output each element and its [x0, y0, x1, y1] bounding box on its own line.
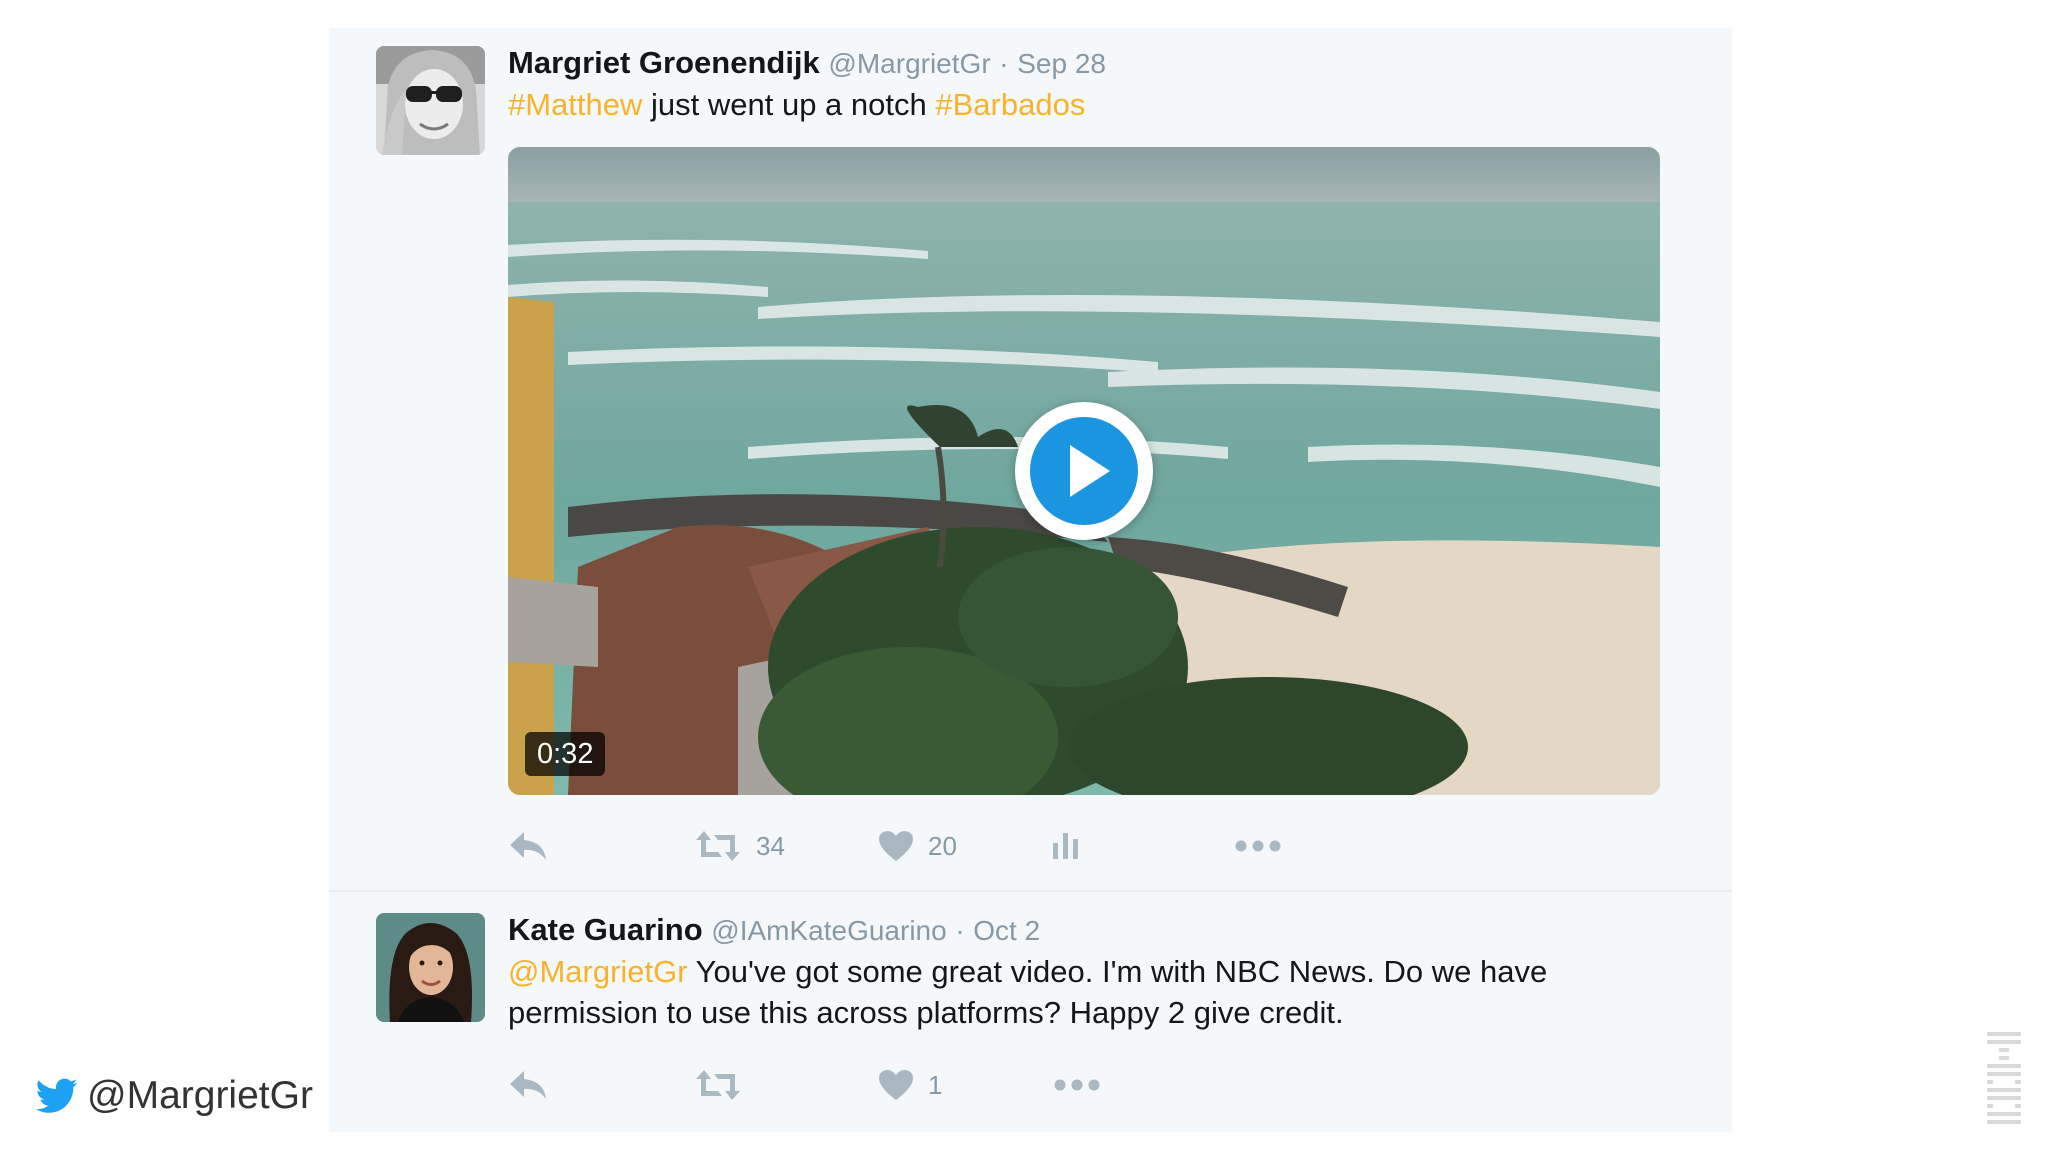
retweet-button[interactable]: 34	[694, 824, 785, 868]
tweet-kate[interactable]: Kate Guarino @IAmKateGuarino · Oct 2 @Ma…	[329, 891, 1732, 1132]
retweet-icon	[696, 831, 740, 861]
like-button[interactable]: 20	[878, 824, 957, 868]
avatar-margriet[interactable]	[376, 46, 485, 155]
reply-button[interactable]	[508, 1063, 548, 1107]
like-count: 1	[928, 1069, 943, 1100]
tweet-date[interactable]: Sep 28	[1017, 48, 1106, 79]
author-name[interactable]: Kate Guarino	[508, 912, 703, 947]
avatar-kate[interactable]	[376, 913, 485, 1022]
tweet-thread: Margriet Groenendijk @MargrietGr · Sep 2…	[329, 28, 1732, 1132]
tweet-text: @MargrietGr You've got some great video.…	[508, 951, 1668, 1033]
footer-handle-text: @MargrietGr	[87, 1074, 313, 1117]
footer-handle: @MargrietGr	[36, 1072, 313, 1120]
analytics-button[interactable]	[1051, 824, 1081, 868]
retweet-icon	[696, 1070, 740, 1100]
author-handle[interactable]: @IAmKateGuarino	[711, 915, 946, 946]
tweet-header: Kate Guarino @IAmKateGuarino · Oct 2	[508, 910, 1040, 951]
author-name[interactable]: Margriet Groenendijk	[508, 45, 820, 80]
hashtag-link[interactable]: #Barbados	[935, 87, 1085, 122]
mention-link[interactable]: @MargrietGr	[508, 954, 688, 989]
heart-icon	[879, 1070, 913, 1100]
like-button[interactable]: 1	[878, 1063, 942, 1107]
video-duration: 0:32	[525, 732, 606, 776]
twitter-bird-icon	[36, 1078, 78, 1113]
reply-button[interactable]	[508, 824, 548, 868]
tweet-text: #Matthew just went up a notch #Barbados	[508, 84, 1085, 125]
play-icon	[1030, 417, 1138, 525]
separator-dot: ·	[955, 915, 965, 946]
hashtag-link[interactable]: #Matthew	[508, 87, 642, 122]
video-player[interactable]: 0:32	[508, 147, 1660, 795]
reply-icon	[510, 1071, 546, 1099]
more-button[interactable]	[1235, 824, 1281, 868]
tweet-header: Margriet Groenendijk @MargrietGr · Sep 2…	[508, 43, 1106, 84]
like-count: 20	[928, 830, 957, 861]
tweet-margriet[interactable]: Margriet Groenendijk @MargrietGr · Sep 2…	[329, 28, 1732, 890]
retweet-button[interactable]	[694, 1063, 742, 1107]
more-icon	[1054, 1079, 1100, 1091]
tweet-date[interactable]: Oct 2	[973, 915, 1040, 946]
more-button[interactable]	[1054, 1063, 1100, 1107]
heart-icon	[879, 831, 913, 861]
reply-icon	[510, 832, 546, 860]
tweet-actions: 1	[329, 1063, 1732, 1107]
author-handle[interactable]: @MargrietGr	[828, 48, 990, 79]
retweet-count: 34	[756, 830, 785, 861]
ibm-logo	[1987, 1032, 2021, 1124]
separator-dot: ·	[999, 48, 1009, 79]
analytics-icon	[1053, 833, 1078, 859]
tweet-actions: 34 20	[329, 824, 1732, 868]
more-icon	[1235, 840, 1281, 852]
play-button[interactable]	[1015, 402, 1153, 540]
tweet-text-segment: just went up a notch	[642, 87, 936, 122]
